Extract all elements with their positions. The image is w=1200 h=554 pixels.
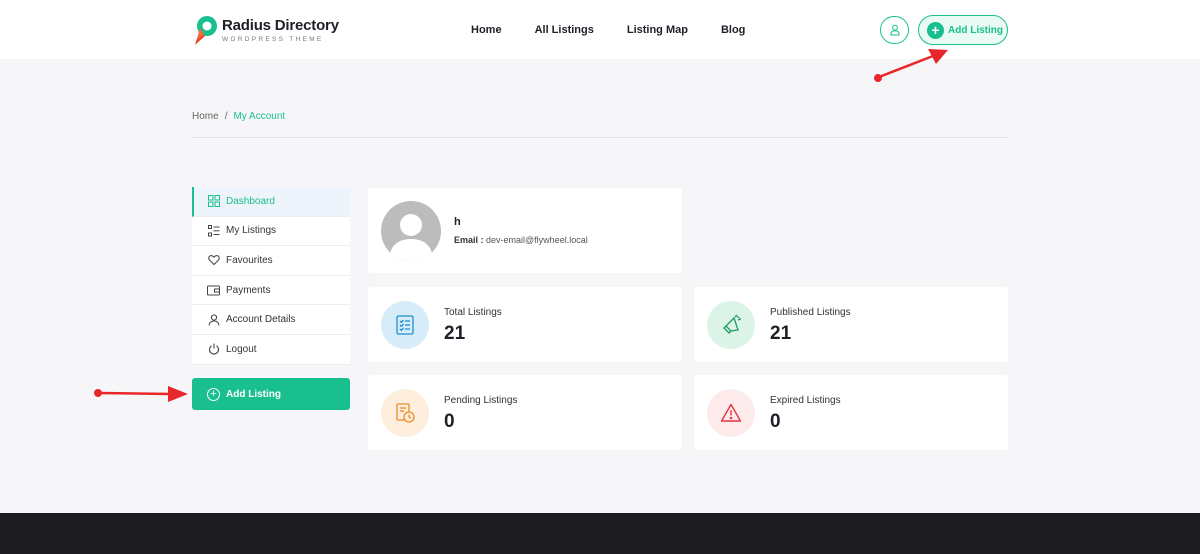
sidebar-item-account-details[interactable]: Account Details <box>192 305 350 335</box>
annotation-arrows <box>94 49 948 402</box>
stat-label: Pending Listings <box>444 395 518 406</box>
profile-card: h Email : dev-email@flywheel.local <box>368 188 682 273</box>
sidebar-item-logout[interactable]: Logout <box>192 335 350 365</box>
megaphone-icon <box>707 301 755 349</box>
stat-card-pending-listings: Pending Listings 0 <box>368 375 682 450</box>
email-label: Email : <box>454 235 484 245</box>
pending-clock-icon <box>381 389 429 437</box>
sidebar-item-my-listings[interactable]: My Listings <box>192 217 350 247</box>
site-header: Radius Directory WORDPRESS THEME Home Al… <box>0 0 1200 59</box>
plus-circle-icon: + <box>207 387 220 401</box>
profile-email: Email : dev-email@flywheel.local <box>454 235 588 245</box>
stat-value: 0 <box>770 411 781 432</box>
stat-label: Expired Listings <box>770 395 841 406</box>
sidebar-item-label: Dashboard <box>226 195 275 207</box>
sidebar-item-label: Payments <box>226 284 271 296</box>
sidebar-item-label: Favourites <box>226 254 273 266</box>
plus-circle-icon: + <box>927 21 944 39</box>
breadcrumb-separator: / <box>224 111 228 122</box>
dashboard-grid-icon <box>207 195 220 208</box>
header-add-listing-button[interactable]: + Add Listing <box>918 15 1008 45</box>
profile-name: h <box>454 216 461 228</box>
stat-value: 0 <box>444 411 455 432</box>
annotation-arrow-sidebar <box>94 386 188 402</box>
user-account-button[interactable] <box>880 16 909 44</box>
logo-pin-icon <box>192 14 218 46</box>
email-value: dev-email@flywheel.local <box>486 235 588 245</box>
site-footer <box>0 513 1200 554</box>
brand-title: Radius Directory <box>222 16 339 34</box>
user-icon <box>889 24 900 36</box>
sidebar-add-listing-label: Add Listing <box>226 388 281 400</box>
stat-label: Total Listings <box>444 307 502 318</box>
sidebar-item-label: Logout <box>226 343 257 355</box>
nav-home[interactable]: Home <box>471 24 502 36</box>
main-nav: Home All Listings Listing Map Blog <box>471 0 778 59</box>
breadcrumb: Home / My Account <box>192 111 285 122</box>
brand-subtitle: WORDPRESS THEME <box>222 35 324 43</box>
warning-triangle-icon <box>707 389 755 437</box>
avatar <box>381 201 441 261</box>
sidebar-item-dashboard[interactable]: Dashboard <box>192 187 350 217</box>
nav-all-listings[interactable]: All Listings <box>535 24 594 36</box>
sidebar-item-payments[interactable]: Payments <box>192 276 350 306</box>
nav-listing-map[interactable]: Listing Map <box>627 24 688 36</box>
heart-icon <box>207 254 220 267</box>
breadcrumb-home[interactable]: Home <box>192 111 219 122</box>
breadcrumb-divider <box>192 137 1008 138</box>
stat-label: Published Listings <box>770 307 851 318</box>
power-icon <box>207 343 220 356</box>
nav-blog[interactable]: Blog <box>721 24 745 36</box>
stat-card-expired-listings: Expired Listings 0 <box>694 375 1008 450</box>
sidebar-add-listing-button[interactable]: + Add Listing <box>192 378 350 410</box>
sidebar-item-label: My Listings <box>226 225 277 237</box>
checklist-icon <box>381 301 429 349</box>
wallet-icon <box>207 284 220 297</box>
stat-value: 21 <box>770 323 792 344</box>
site-logo[interactable]: Radius Directory WORDPRESS THEME <box>192 14 339 46</box>
stat-value: 21 <box>444 323 466 344</box>
header-add-listing-label: Add Listing <box>948 24 1003 36</box>
account-sidebar: Dashboard My Listings Favourites Payment… <box>192 187 350 365</box>
breadcrumb-current: My Account <box>233 111 286 122</box>
sidebar-item-label: Account Details <box>226 314 296 326</box>
user-icon <box>207 313 220 326</box>
stat-card-total-listings: Total Listings 21 <box>368 287 682 362</box>
list-icon <box>207 224 220 237</box>
sidebar-item-favourites[interactable]: Favourites <box>192 246 350 276</box>
stat-card-published-listings: Published Listings 21 <box>694 287 1008 362</box>
